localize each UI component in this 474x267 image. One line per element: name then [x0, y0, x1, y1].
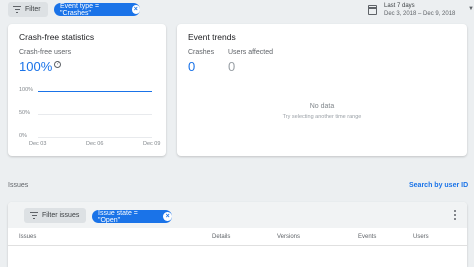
event-trends-card: Event trends Crashes 0 Users affected 0 …	[177, 24, 467, 156]
crash-free-users-value: 100%	[19, 59, 53, 74]
no-data-hint: Try selecting another time range	[282, 114, 362, 120]
crash-free-users-label: Crash-free users	[19, 49, 72, 56]
gridline	[38, 137, 152, 138]
filter-icon	[30, 212, 38, 219]
filter-issues-label: Filter issues	[42, 212, 80, 219]
issues-toolbar: Filter issues Issue state = "Open" ×	[8, 202, 467, 228]
event-type-filter-chip-label: Event type = "Crashes"	[60, 2, 100, 17]
issues-table-header: Issues Details Versions Events Users	[8, 228, 467, 246]
date-range-picker[interactable]: Last 7 days Dec 3, 2018 – Dec 9, 2018 ▼	[368, 2, 474, 20]
gridline	[38, 114, 152, 115]
more-options-icon[interactable]	[454, 210, 457, 220]
filter-button[interactable]: Filter	[8, 2, 48, 17]
issues-table-card: Filter issues Issue state = "Open" × Iss…	[8, 202, 467, 267]
remove-filter-icon[interactable]: ×	[163, 212, 172, 221]
card-title: Event trends	[188, 32, 236, 42]
column-header-events[interactable]: Events	[358, 234, 376, 240]
no-data-message: No data	[309, 103, 335, 110]
issues-section-label: Issues	[8, 182, 29, 189]
calendar-icon	[368, 5, 377, 15]
remove-filter-icon[interactable]: ×	[131, 5, 140, 14]
filter-icon	[13, 6, 21, 13]
y-tick-label: 100%	[19, 87, 34, 93]
column-header-users[interactable]: Users	[413, 234, 429, 240]
chevron-down-icon: ▼	[468, 6, 474, 12]
issue-state-filter-chip-label: Issue state = "Open"	[98, 209, 138, 224]
column-header-issues[interactable]: Issues	[19, 234, 36, 240]
search-by-user-id-link[interactable]: Search by user ID	[409, 182, 468, 189]
x-tick-label: Dec 03	[29, 141, 47, 147]
crash-free-statistics-card: Crash-free statistics Crash-free users 1…	[8, 24, 166, 156]
y-tick-label: 0%	[19, 133, 27, 139]
event-type-filter-chip[interactable]: Event type = "Crashes" ×	[54, 2, 140, 17]
users-affected-label: Users affected	[228, 49, 274, 56]
help-icon[interactable]: ?	[54, 61, 61, 68]
column-header-versions[interactable]: Versions	[277, 234, 300, 240]
y-tick-label: 50%	[19, 110, 31, 116]
filter-button-label: Filter	[25, 6, 41, 13]
series-line-segment	[95, 91, 152, 92]
filter-issues-button[interactable]: Filter issues	[24, 208, 86, 223]
issue-state-filter-chip[interactable]: Issue state = "Open" ×	[92, 209, 172, 224]
crashes-value: 0	[188, 59, 196, 74]
column-header-details[interactable]: Details	[212, 234, 230, 240]
x-tick-label: Dec 06	[86, 141, 104, 147]
crashes-label: Crashes	[188, 49, 215, 56]
users-affected-value: 0	[228, 59, 236, 74]
series-line-segment	[38, 91, 95, 92]
top-filter-bar: Filter Event type = "Crashes" × Last 7 d…	[0, 0, 474, 20]
x-tick-label: Dec 09	[143, 141, 161, 147]
card-title: Crash-free statistics	[19, 32, 95, 42]
date-range-value: Dec 3, 2018 – Dec 9, 2018	[384, 11, 456, 17]
date-range-label: Last 7 days	[384, 3, 415, 9]
